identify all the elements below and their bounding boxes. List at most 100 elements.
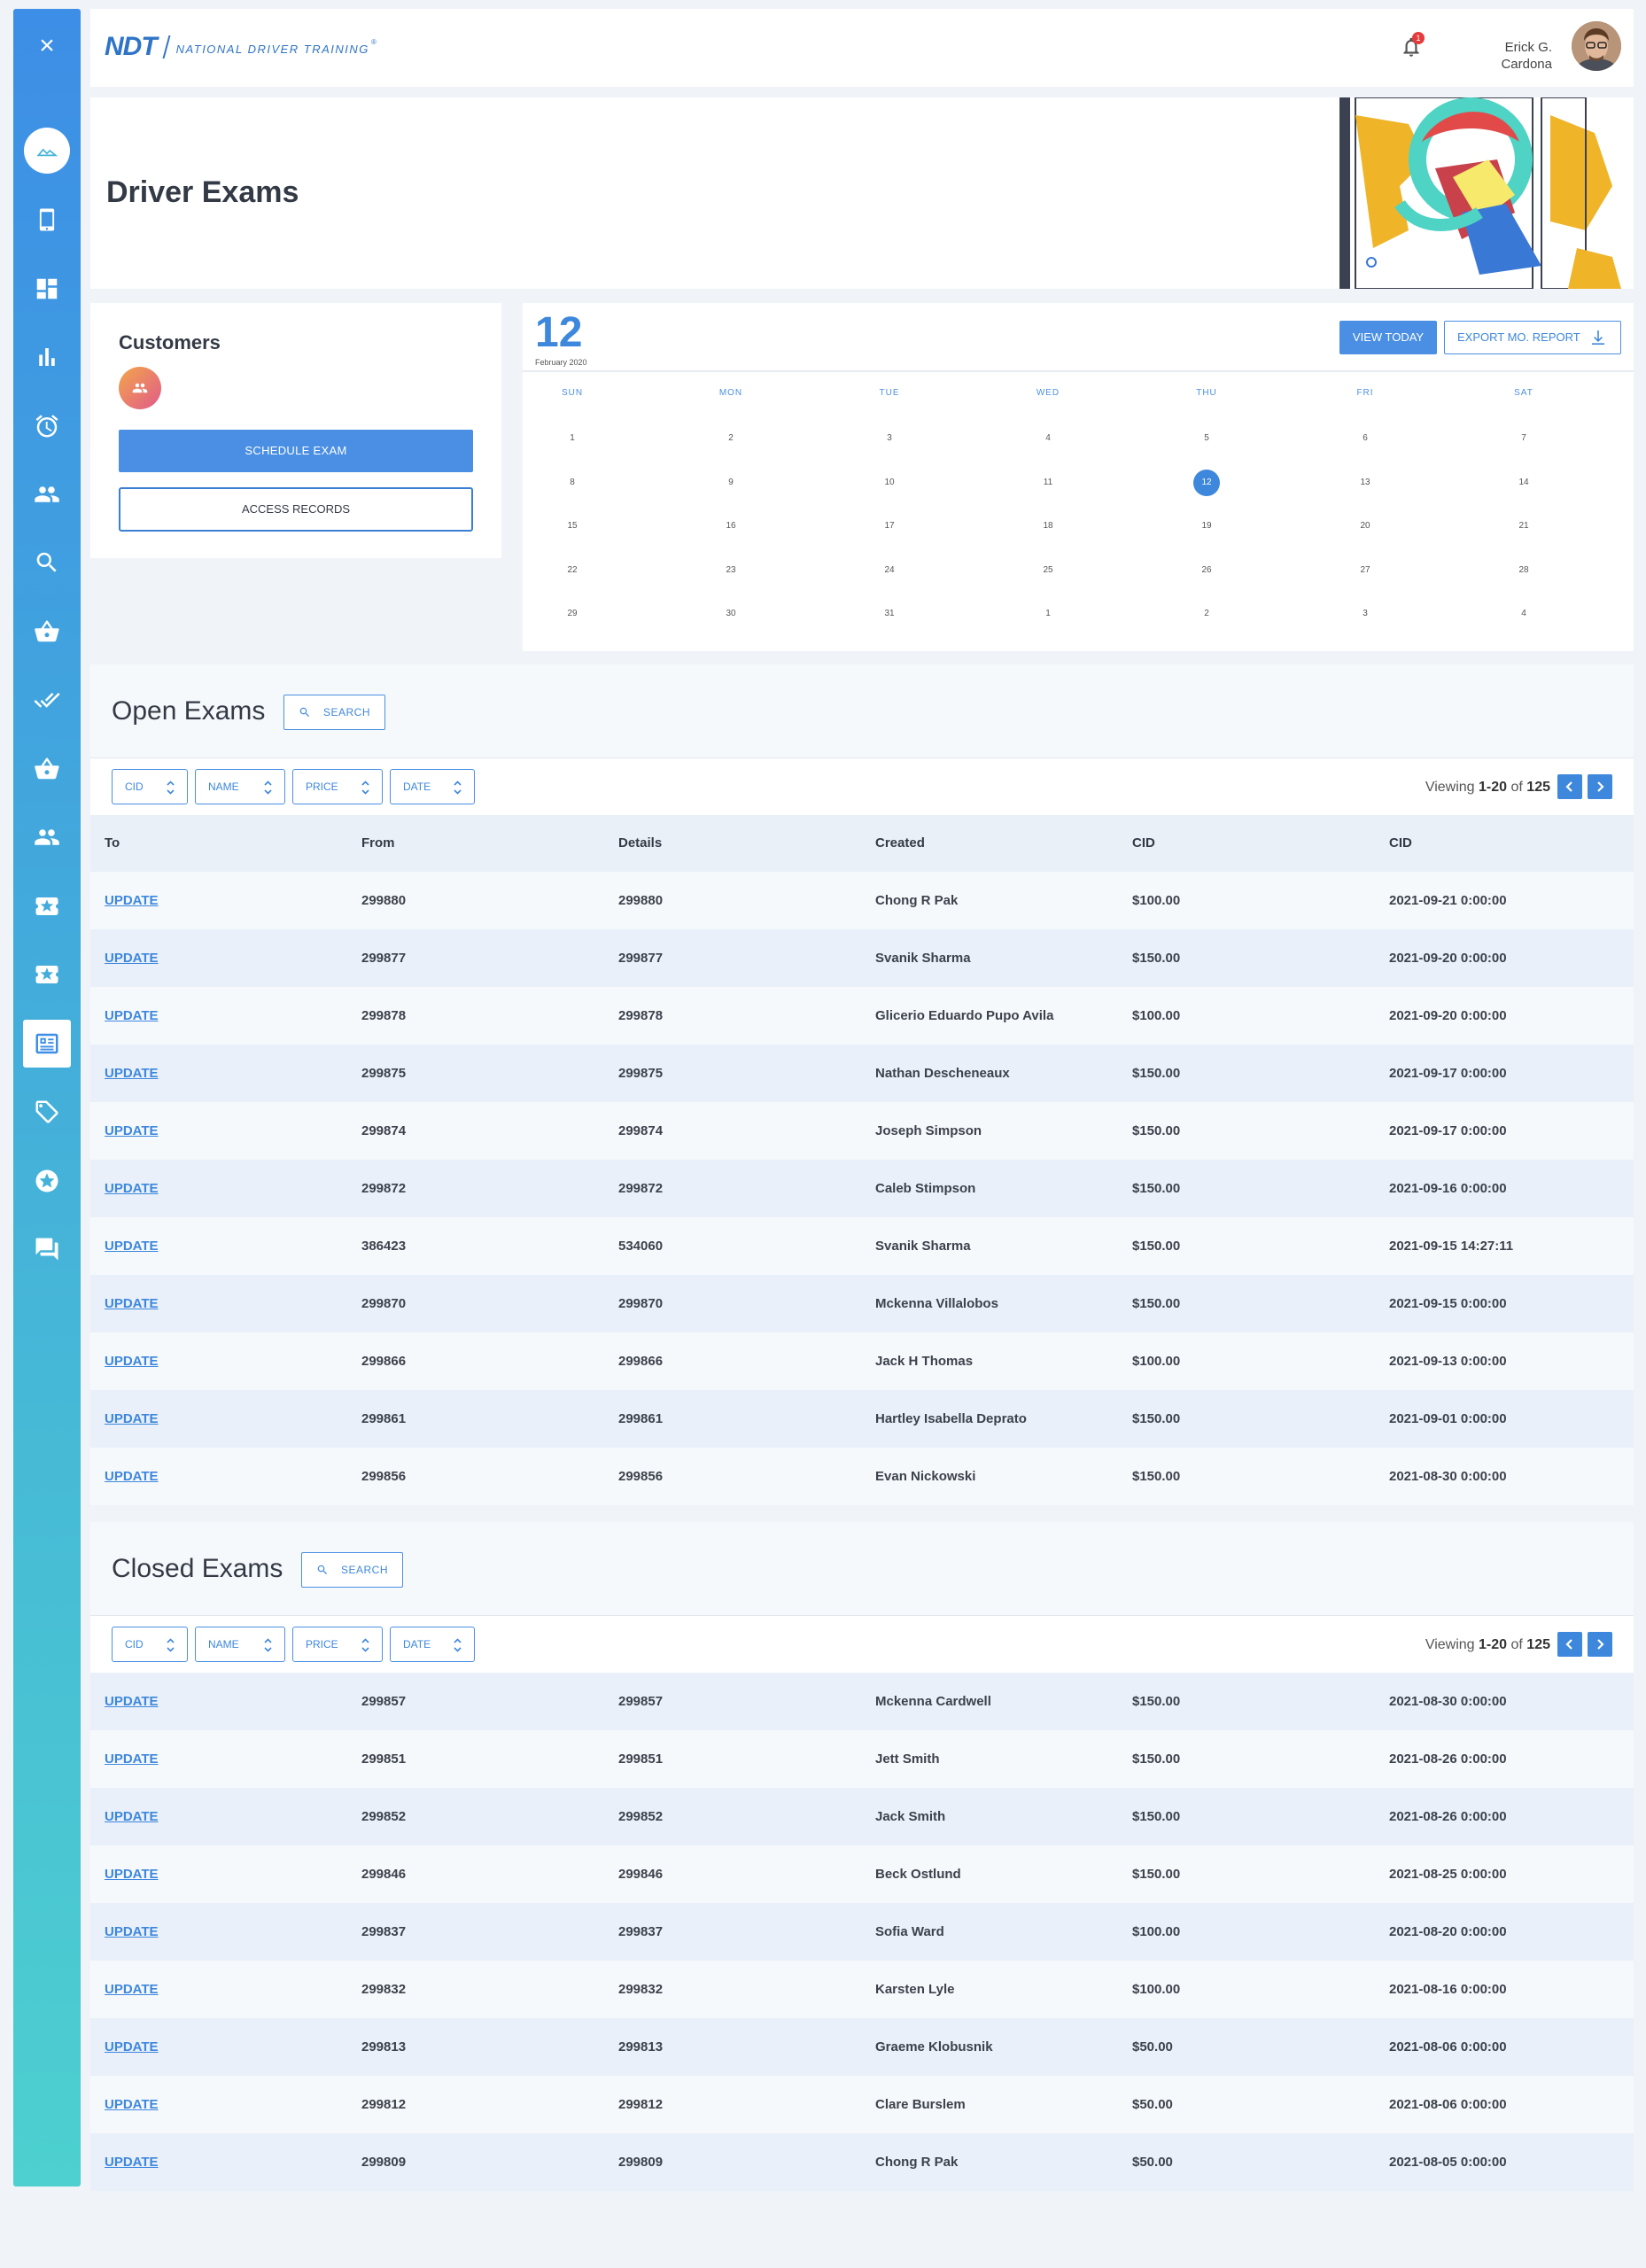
prev-page-button[interactable] bbox=[1557, 774, 1582, 799]
schedule-exam-button[interactable]: SCHEDULE EXAM bbox=[119, 430, 473, 472]
sidebar-item-search[interactable] bbox=[13, 538, 81, 587]
update-link[interactable]: UPDATE bbox=[105, 1788, 159, 1845]
calendar-day[interactable]: 16 bbox=[704, 513, 757, 540]
calendar-day[interactable]: 22 bbox=[546, 557, 599, 584]
update-link[interactable]: UPDATE bbox=[105, 1390, 159, 1448]
sidebar-item-dashboard[interactable] bbox=[13, 264, 81, 314]
calendar-day[interactable]: 1 bbox=[546, 425, 599, 452]
open-exams-search-button[interactable]: SEARCH bbox=[283, 695, 386, 730]
calendar-day[interactable]: 9 bbox=[704, 470, 757, 496]
calendar-day[interactable]: 17 bbox=[863, 513, 916, 540]
calendar-day[interactable]: 2 bbox=[704, 425, 757, 452]
sidebar-item-tickets[interactable] bbox=[13, 882, 81, 931]
calendar-day[interactable]: 27 bbox=[1339, 557, 1392, 584]
sidebar-item-staff[interactable] bbox=[13, 812, 81, 862]
column-header[interactable]: Created bbox=[875, 815, 925, 872]
calendar-day[interactable]: 21 bbox=[1497, 513, 1550, 540]
update-link[interactable]: UPDATE bbox=[105, 929, 159, 987]
sidebar-item-tags[interactable] bbox=[13, 1087, 81, 1137]
update-link[interactable]: UPDATE bbox=[105, 1160, 159, 1217]
access-records-button[interactable]: ACCESS RECORDS bbox=[119, 487, 473, 532]
calendar-day[interactable]: 3 bbox=[1339, 601, 1392, 627]
calendar-day[interactable]: 20 bbox=[1339, 513, 1392, 540]
view-today-button[interactable]: VIEW TODAY bbox=[1339, 321, 1437, 354]
filter-name[interactable]: NAME bbox=[195, 769, 285, 804]
calendar-day[interactable]: 11 bbox=[1021, 470, 1075, 496]
update-link[interactable]: UPDATE bbox=[105, 2076, 159, 2133]
column-header[interactable]: Details bbox=[618, 815, 662, 872]
update-link[interactable]: UPDATE bbox=[105, 1045, 159, 1102]
sidebar-item-orders[interactable] bbox=[13, 607, 81, 656]
sidebar-item-completed[interactable] bbox=[13, 675, 81, 725]
filter-date[interactable]: DATE bbox=[390, 1627, 475, 1662]
filter-cid[interactable]: CID bbox=[112, 1627, 188, 1662]
calendar-day[interactable]: 23 bbox=[704, 557, 757, 584]
update-link[interactable]: UPDATE bbox=[105, 1448, 159, 1505]
update-link[interactable]: UPDATE bbox=[105, 1673, 159, 1730]
calendar-day[interactable]: 7 bbox=[1497, 425, 1550, 452]
update-link[interactable]: UPDATE bbox=[105, 1102, 159, 1160]
calendar-day[interactable]: 6 bbox=[1339, 425, 1392, 452]
filter-price[interactable]: PRICE bbox=[292, 769, 383, 804]
sidebar-item-reports[interactable] bbox=[13, 332, 81, 382]
sidebar-item-mobile[interactable] bbox=[13, 195, 81, 245]
calendar-day[interactable]: 5 bbox=[1180, 425, 1233, 452]
update-link[interactable]: UPDATE bbox=[105, 1275, 159, 1332]
calendar-day[interactable]: 18 bbox=[1021, 513, 1075, 540]
avatar[interactable] bbox=[1572, 21, 1621, 71]
sidebar-item-home[interactable] bbox=[13, 126, 81, 175]
calendar-day[interactable]: 8 bbox=[546, 470, 599, 496]
calendar-day[interactable]: 2 bbox=[1180, 601, 1233, 627]
sidebar-item-messages[interactable] bbox=[13, 1224, 81, 1274]
update-link[interactable]: UPDATE bbox=[105, 1217, 159, 1275]
calendar-day[interactable]: 3 bbox=[863, 425, 916, 452]
sidebar-item-exams[interactable] bbox=[13, 1019, 81, 1068]
update-link[interactable]: UPDATE bbox=[105, 1903, 159, 1961]
next-page-button[interactable] bbox=[1588, 1632, 1612, 1657]
calendar-day[interactable]: 1 bbox=[1021, 601, 1075, 627]
update-link[interactable]: UPDATE bbox=[105, 872, 159, 929]
closed-exams-search-button[interactable]: SEARCH bbox=[301, 1552, 404, 1588]
column-header[interactable]: CID bbox=[1132, 815, 1155, 872]
update-link[interactable]: UPDATE bbox=[105, 2133, 159, 2191]
update-link[interactable]: UPDATE bbox=[105, 1961, 159, 2018]
filter-name[interactable]: NAME bbox=[195, 1627, 285, 1662]
calendar-day[interactable]: 24 bbox=[863, 557, 916, 584]
calendar-day[interactable]: 28 bbox=[1497, 557, 1550, 584]
sidebar-item-vouchers[interactable] bbox=[13, 950, 81, 999]
user-name[interactable]: Erick G. Cardona bbox=[1481, 39, 1552, 73]
ndt-logo[interactable]: NDT NATIONAL DRIVER TRAINING ® bbox=[105, 32, 377, 62]
calendar-day[interactable]: 31 bbox=[863, 601, 916, 627]
calendar-day[interactable]: 26 bbox=[1180, 557, 1233, 584]
column-header[interactable]: From bbox=[361, 815, 395, 872]
calendar-day[interactable]: 4 bbox=[1021, 425, 1075, 452]
next-page-button[interactable] bbox=[1588, 774, 1612, 799]
calendar-day[interactable]: 4 bbox=[1497, 601, 1550, 627]
calendar-day[interactable]: 10 bbox=[863, 470, 916, 496]
calendar-day[interactable]: 13 bbox=[1339, 470, 1392, 496]
update-link[interactable]: UPDATE bbox=[105, 987, 159, 1045]
filter-date[interactable]: DATE bbox=[390, 769, 475, 804]
filter-cid[interactable]: CID bbox=[112, 769, 188, 804]
calendar-day[interactable]: 29 bbox=[546, 601, 599, 627]
calendar-day[interactable]: 15 bbox=[546, 513, 599, 540]
sidebar-item-reviews[interactable] bbox=[13, 1156, 81, 1206]
calendar-day[interactable]: 12 bbox=[1180, 469, 1233, 496]
sidebar-item-basket[interactable] bbox=[13, 744, 81, 794]
notifications-button[interactable]: 1 bbox=[1400, 32, 1426, 62]
calendar-day[interactable]: 25 bbox=[1021, 557, 1075, 584]
calendar-day[interactable]: 19 bbox=[1180, 513, 1233, 540]
update-link[interactable]: UPDATE bbox=[105, 1332, 159, 1390]
sidebar-item-alarms[interactable] bbox=[13, 401, 81, 451]
calendar-day[interactable]: 14 bbox=[1497, 470, 1550, 496]
prev-page-button[interactable] bbox=[1557, 1632, 1582, 1657]
update-link[interactable]: UPDATE bbox=[105, 2018, 159, 2076]
update-link[interactable]: UPDATE bbox=[105, 1730, 159, 1788]
close-sidebar-button[interactable]: × bbox=[13, 28, 81, 64]
export-report-button[interactable]: EXPORT MO. REPORT bbox=[1444, 321, 1621, 354]
column-header[interactable]: To bbox=[105, 815, 120, 872]
calendar-day[interactable]: 30 bbox=[704, 601, 757, 627]
sidebar-item-customers[interactable] bbox=[13, 470, 81, 519]
update-link[interactable]: UPDATE bbox=[105, 1845, 159, 1903]
filter-price[interactable]: PRICE bbox=[292, 1627, 383, 1662]
